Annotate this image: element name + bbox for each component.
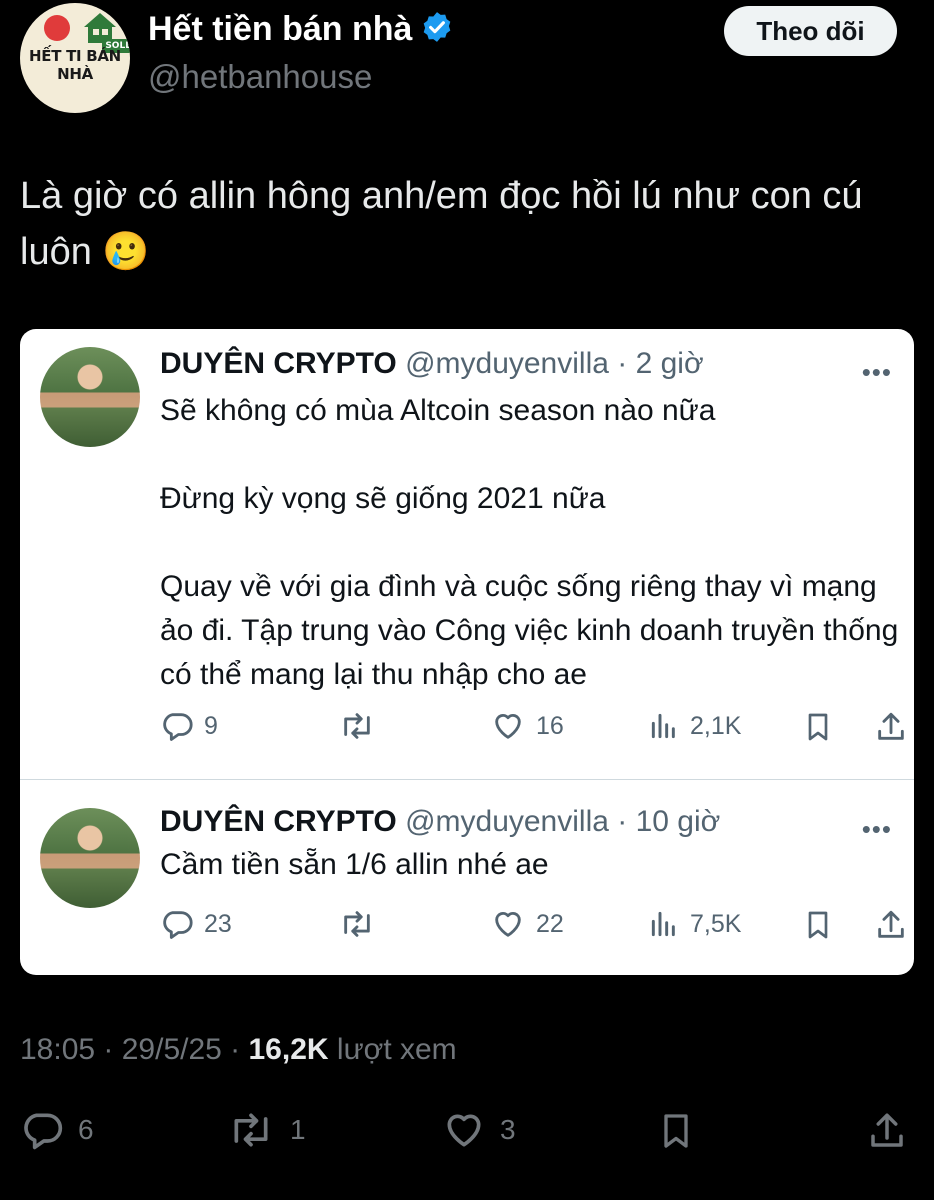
quoted-tweet[interactable]: DUYÊN CRYPTO @myduyenvilla · 2 giờ ••• S… — [20, 329, 914, 779]
quote-meta: @myduyenvilla · 2 giờ — [405, 347, 704, 380]
quote-paragraph: Đừng kỳ vọng sẽ giống 2021 nữa — [160, 482, 606, 515]
repost-icon — [344, 713, 370, 739]
quote-header: DUYÊN CRYPTO @myduyenvilla · 10 giờ — [160, 805, 720, 839]
quote-paragraph: Quay về với gia đình và cuộc sống riêng … — [160, 570, 899, 691]
like-button[interactable]: 16 — [490, 709, 564, 743]
share-icon — [878, 910, 904, 938]
like-count: 3 — [500, 1114, 516, 1145]
follow-button[interactable]: Theo dõi — [724, 6, 897, 56]
more-options-icon[interactable]: ••• — [862, 357, 892, 388]
quote-actions: 23 22 7,5K — [160, 907, 904, 947]
quote-paragraph: Cầm tiền sẵn 1/6 allin nhé ae — [160, 848, 549, 881]
reply-button[interactable]: 6 — [20, 1108, 94, 1152]
avatar-logo-text: HẾT TI BÁN NHÀ — [29, 47, 121, 83]
reply-icon — [163, 713, 193, 741]
reply-count: 6 — [78, 1114, 94, 1145]
views-label: lượt xem — [328, 1033, 457, 1066]
quote-author-name[interactable]: DUYÊN CRYPTO — [160, 347, 397, 380]
repost-button[interactable]: 1 — [226, 1108, 306, 1152]
view-count: 2,1K — [690, 711, 742, 740]
views-button[interactable]: 7,5K — [648, 907, 741, 941]
repost-count: 1 — [290, 1114, 306, 1145]
reply-button[interactable]: 9 — [160, 709, 218, 743]
analytics-icon — [651, 713, 675, 739]
quote-body: Cầm tiền sẵn 1/6 allin nhé ae — [160, 843, 900, 887]
quote-header: DUYÊN CRYPTO @myduyenvilla · 2 giờ — [160, 347, 704, 381]
view-count: 7,5K — [690, 909, 742, 938]
repost-button[interactable] — [338, 907, 376, 941]
bookmark-button[interactable] — [656, 1108, 696, 1154]
verified-badge-icon — [424, 12, 451, 42]
repost-icon — [344, 911, 370, 937]
quote-body: Sẽ không có mùa Altcoin season nào nữa Đ… — [160, 389, 900, 697]
reply-icon — [24, 1113, 63, 1150]
tweet-metadata: 18:05 · 29/5/25 · 16,2K lượt xem — [20, 1033, 457, 1067]
author-name-text: Hết tiền bán nhà — [148, 10, 413, 48]
repost-icon — [234, 1113, 268, 1147]
sad-face-icon — [44, 15, 70, 41]
bookmark-button[interactable] — [802, 709, 834, 745]
like-button[interactable]: 22 — [490, 907, 564, 941]
repost-button[interactable] — [338, 709, 376, 743]
quote-author-avatar[interactable] — [40, 808, 140, 908]
quote-actions: 9 16 2,1K — [160, 709, 904, 749]
reply-icon — [163, 911, 193, 939]
tweet-text: Là giờ có allin hông anh/em đọc hồi lú n… — [20, 175, 863, 273]
share-button[interactable] — [874, 907, 908, 943]
share-button[interactable] — [866, 1108, 908, 1154]
heart-icon — [495, 912, 521, 937]
bookmark-icon — [808, 713, 828, 741]
reply-button[interactable]: 23 — [160, 907, 232, 941]
author-avatar[interactable]: SOLD HẾT TI BÁN NHÀ — [20, 3, 130, 113]
heart-icon — [447, 1114, 481, 1147]
author-handle[interactable]: @hetbanhouse — [148, 58, 372, 96]
views-count[interactable]: 16,2K — [249, 1033, 329, 1066]
quote-paragraph: Sẽ không có mùa Altcoin season nào nữa — [160, 394, 716, 427]
tweet-actions: 6 1 3 — [20, 1108, 914, 1156]
quote-author-avatar[interactable] — [40, 347, 140, 447]
quoted-tweets-card[interactable]: DUYÊN CRYPTO @myduyenvilla · 2 giờ ••• S… — [20, 329, 914, 975]
quoted-tweet[interactable]: DUYÊN CRYPTO @myduyenvilla · 10 giờ ••• … — [20, 780, 914, 975]
heart-icon — [495, 714, 521, 739]
bookmark-icon — [664, 1114, 688, 1148]
share-icon — [871, 1113, 903, 1147]
reply-count: 23 — [204, 909, 232, 938]
bookmark-icon — [808, 911, 828, 939]
share-button[interactable] — [874, 709, 908, 745]
quote-author-name[interactable]: DUYÊN CRYPTO — [160, 805, 397, 838]
quote-meta: @myduyenvilla · 10 giờ — [405, 805, 721, 838]
timestamp[interactable]: 18:05 · 29/5/25 · — [20, 1033, 249, 1066]
reply-count: 9 — [204, 711, 218, 740]
share-icon — [878, 712, 904, 740]
more-options-icon[interactable]: ••• — [862, 814, 892, 845]
author-name[interactable]: Hết tiền bán nhà — [148, 10, 454, 49]
like-count: 22 — [536, 909, 564, 938]
like-button[interactable]: 3 — [442, 1108, 516, 1152]
views-button[interactable]: 2,1K — [648, 709, 741, 743]
like-count: 16 — [536, 711, 564, 740]
analytics-icon — [651, 911, 675, 937]
bookmark-button[interactable] — [802, 907, 834, 943]
